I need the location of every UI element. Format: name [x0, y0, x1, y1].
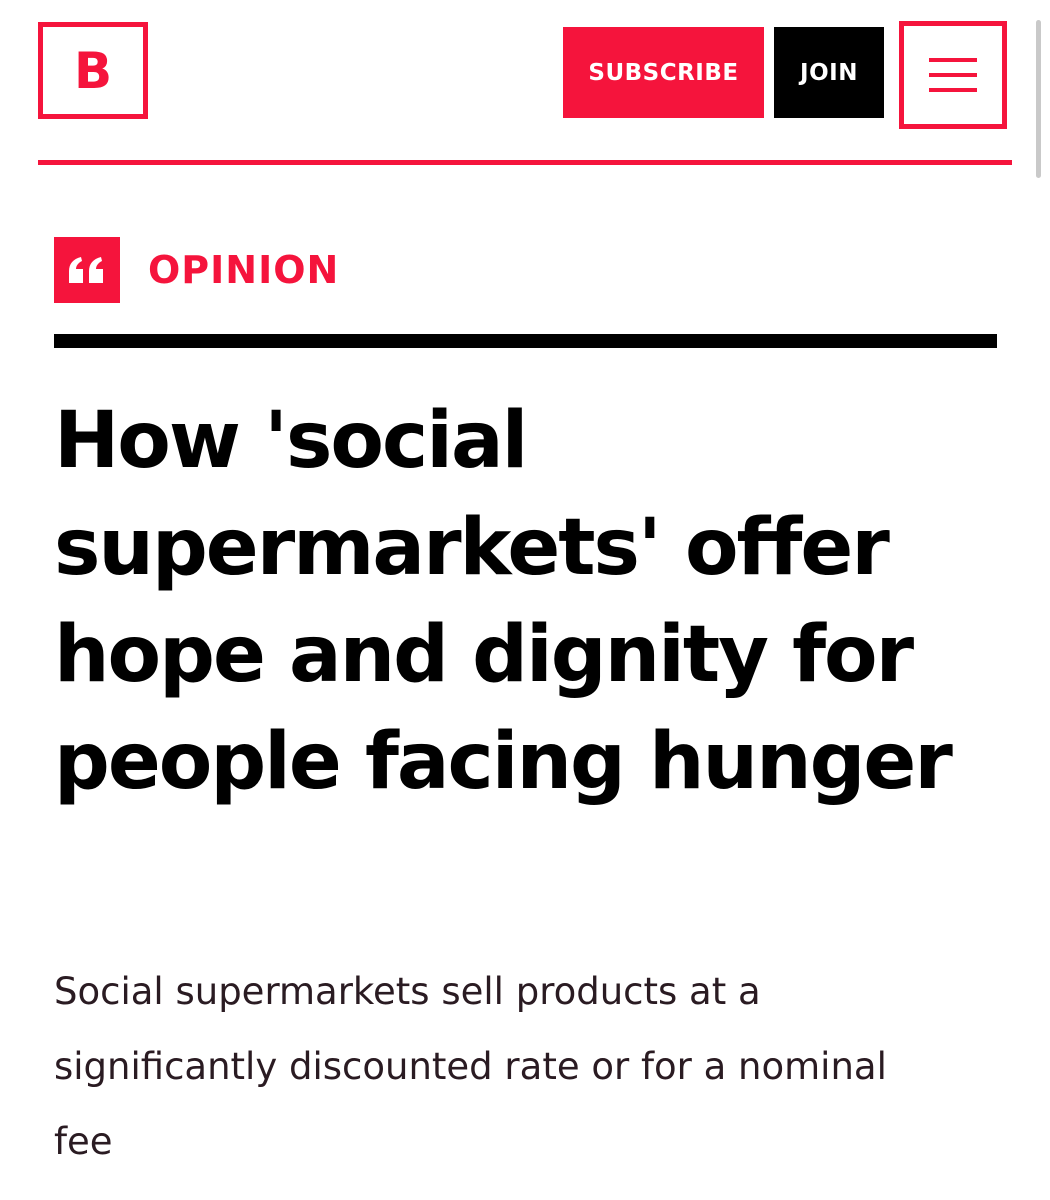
quote-icon	[69, 257, 103, 283]
scrollbar[interactable]	[1036, 20, 1041, 178]
logo-letter: B	[73, 41, 113, 100]
headline-divider	[54, 334, 997, 348]
section-tag[interactable]: OPINION	[54, 237, 339, 303]
section-label: OPINION	[148, 248, 340, 292]
join-button[interactable]: JOIN	[774, 27, 884, 118]
subscribe-button[interactable]: SUBSCRIBE	[563, 27, 764, 118]
site-logo[interactable]: B	[38, 22, 148, 119]
article-standfirst: Social supermarkets sell products at a s…	[54, 970, 887, 1163]
quote-badge	[54, 237, 120, 303]
header-divider	[38, 160, 1012, 165]
menu-button[interactable]	[899, 21, 1007, 129]
article-headline: How 'social supermarkets' offer hope and…	[54, 396, 953, 807]
hamburger-menu-icon	[929, 58, 977, 92]
